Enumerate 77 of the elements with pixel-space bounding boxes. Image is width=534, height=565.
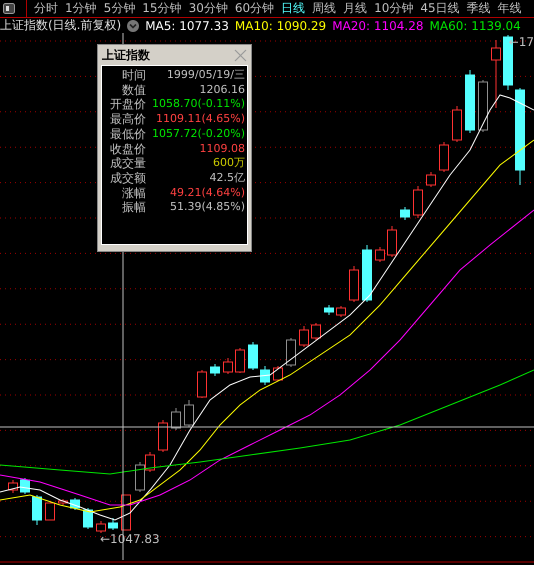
period-tab[interactable]: 日线: [281, 0, 306, 17]
period-tab[interactable]: 10分钟: [374, 0, 414, 17]
field-value: 1109.11(4.65%): [154, 112, 245, 127]
field-label: 开盘价: [109, 97, 146, 112]
period-tab[interactable]: 月线: [343, 0, 368, 17]
candlestick: [387, 226, 397, 258]
candlestick: [210, 364, 220, 376]
field-label: 数值: [121, 82, 146, 98]
candlestick: [184, 400, 194, 428]
chart-title: 上证指数(日线.前复权): [0, 17, 122, 34]
field-label: 最低价: [109, 126, 146, 142]
moving-average-value: MA60: 1139.04: [430, 18, 521, 32]
candlestick: [413, 186, 423, 218]
candlestick: [311, 322, 321, 340]
candlestick: [20, 478, 30, 494]
field-value: 1999/05/19/三: [166, 68, 245, 83]
candlestick: [32, 494, 42, 526]
candlestick: [349, 266, 359, 302]
field-value: 51.39(4.85%): [168, 200, 245, 216]
candlestick: [426, 172, 436, 188]
candlestick: [273, 366, 283, 382]
candlestick: [70, 498, 80, 510]
candlestick: [286, 338, 296, 368]
candlestick: [362, 244, 372, 302]
candlestick: [8, 480, 18, 494]
period-tab[interactable]: 30分钟: [188, 0, 228, 17]
period-tab[interactable]: 1分钟: [65, 0, 97, 17]
moving-average-value: MA10: 1090.29: [234, 18, 326, 32]
candlestick: [96, 520, 106, 534]
period-tab[interactable]: 5分钟: [104, 0, 136, 17]
field-label: 涨幅: [121, 186, 146, 200]
candlestick: [465, 70, 475, 134]
candlestick: [260, 366, 270, 386]
candlestick: [324, 304, 334, 316]
candlestick: [197, 370, 207, 398]
candlestick: [83, 508, 93, 530]
period-tab[interactable]: 45日线: [420, 0, 460, 17]
panel-toggle-icon[interactable]: [3, 3, 15, 14]
candlestick: [375, 246, 385, 262]
field-label: 成交量: [109, 156, 146, 171]
candlestick: [248, 342, 258, 370]
field-label: 振幅: [121, 200, 146, 216]
field-label: 最高价: [109, 112, 146, 127]
popup-title: 上证指数: [102, 46, 150, 64]
candlestick: [299, 326, 309, 348]
candlestick: [45, 502, 55, 520]
field-value: 42.5亿: [208, 170, 245, 186]
candlestick: [491, 40, 501, 108]
candlestick: [439, 142, 449, 172]
moving-average-value: MA20: 1104.28: [332, 18, 424, 32]
field-label: 成交额: [109, 170, 146, 186]
period-tab[interactable]: 60分钟: [234, 0, 274, 17]
candlestick: [336, 306, 346, 318]
field-value: 1057.72(-0.20%): [151, 126, 245, 142]
field-value: 49.21(4.64%): [168, 186, 245, 200]
candlestick: [235, 348, 245, 374]
field-value: 600万: [212, 156, 245, 171]
candlestick: [171, 408, 181, 430]
candlestick: [223, 358, 233, 374]
period-tab[interactable]: 15分钟: [142, 0, 182, 17]
period-tab[interactable]: 分时: [34, 0, 58, 17]
candlestick: [158, 420, 168, 452]
field-value: 1058.70(-0.11%): [151, 97, 245, 112]
moving-average-value: MA5: 1077.33: [145, 18, 229, 32]
candlestick: [108, 518, 118, 530]
candlestick: [58, 498, 68, 506]
field-value: 1206.16: [198, 82, 245, 98]
period-tab[interactable]: 季线: [466, 0, 491, 17]
dropdown-icon[interactable]: [127, 20, 140, 32]
field-value: 1109.08: [198, 142, 245, 156]
candlestick: [478, 80, 488, 132]
period-tab[interactable]: 周线: [312, 0, 336, 17]
field-label: 收盘价: [109, 142, 146, 156]
field-label: 时间: [121, 68, 146, 83]
candlestick: [400, 206, 410, 220]
period-tab[interactable]: 年线: [498, 0, 522, 17]
candlestick: [452, 106, 462, 142]
